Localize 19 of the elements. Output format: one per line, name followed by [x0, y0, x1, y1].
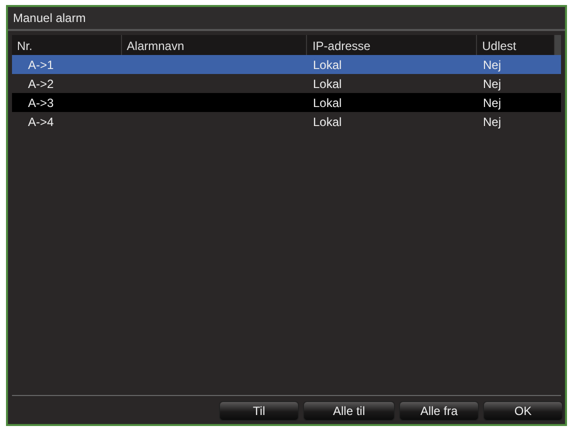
table-cell: A->2 [28, 76, 54, 90]
window-title: Manuel alarm [8, 7, 565, 31]
table-cell: Nej [483, 76, 502, 90]
table-cell: A->4 [28, 114, 54, 128]
table-cell: Lokal [313, 76, 342, 90]
table-cell: A->1 [28, 58, 54, 72]
table-cell: Nej [483, 96, 502, 110]
dialog-button[interactable]: Alle fra [399, 401, 479, 421]
dialog-button[interactable]: Til [219, 401, 299, 421]
table-cell: Lokal [313, 96, 342, 110]
table-cell: A->3 [28, 96, 54, 110]
table-cell: Lokal [313, 114, 342, 128]
table-row[interactable]: A->1 Lokal Nej [12, 55, 561, 74]
table-cell: Nej [483, 114, 502, 128]
dialog-button[interactable]: OK [483, 401, 563, 421]
table-row[interactable]: A->3 Lokal Nej [12, 93, 561, 112]
dialog-button[interactable]: Alle til [303, 401, 395, 421]
table-cell: Nej [483, 58, 502, 72]
table-cell: Lokal [313, 58, 342, 72]
